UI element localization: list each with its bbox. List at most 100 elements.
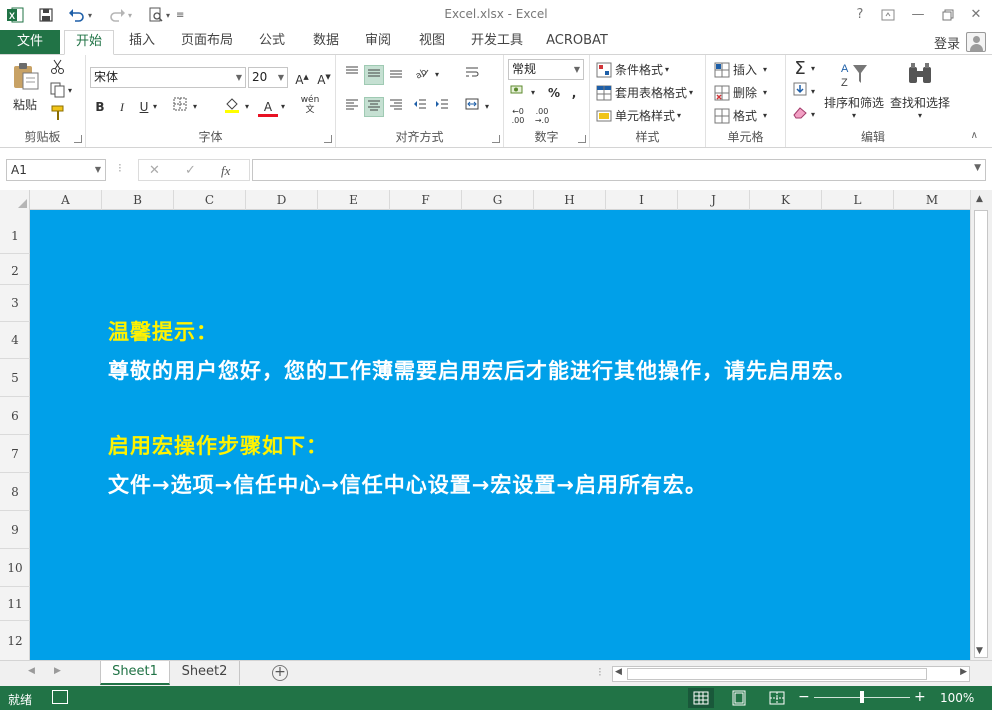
merge-center-icon[interactable]: [462, 97, 482, 117]
decrease-decimal-icon[interactable]: .00 →.0: [532, 107, 552, 127]
underline-dropdown-icon[interactable]: ▾: [150, 97, 160, 117]
zoom-slider-thumb[interactable]: [860, 691, 864, 703]
tab-review[interactable]: 审阅: [354, 30, 402, 54]
zoom-out-button[interactable]: −: [798, 689, 810, 705]
row-header[interactable]: 12: [0, 621, 30, 660]
column-header[interactable]: C: [174, 190, 246, 210]
column-header[interactable]: B: [102, 190, 174, 210]
number-format-select[interactable]: 常规 ▼: [508, 59, 584, 80]
row-header[interactable]: 3: [0, 285, 30, 322]
sheet-tab-sheet1[interactable]: Sheet1: [100, 661, 170, 685]
row-header[interactable]: 1: [0, 210, 30, 254]
row-header[interactable]: 7: [0, 435, 30, 473]
cell-styles-button[interactable]: 单元格样式 ▾: [596, 107, 681, 124]
wrap-text-icon[interactable]: [462, 65, 482, 85]
orientation-icon[interactable]: ab: [412, 65, 432, 85]
font-launcher-icon[interactable]: [324, 135, 332, 143]
name-box[interactable]: A1 ▼: [6, 159, 106, 181]
paste-button[interactable]: 粘贴: [10, 61, 40, 113]
cut-icon[interactable]: [50, 59, 66, 75]
increase-indent-icon[interactable]: [432, 97, 452, 117]
tab-page-layout[interactable]: 页面布局: [172, 30, 242, 54]
minimize-button[interactable]: —: [906, 5, 930, 25]
borders-icon[interactable]: [170, 97, 190, 117]
bottom-align-icon[interactable]: [386, 65, 406, 85]
tab-view[interactable]: 视图: [408, 30, 456, 54]
row-header[interactable]: 11: [0, 587, 30, 621]
scroll-down-icon[interactable]: ▼: [976, 646, 983, 656]
column-header[interactable]: A: [30, 190, 102, 210]
vertical-scroll-thumb[interactable]: [974, 210, 988, 658]
middle-align-icon[interactable]: [364, 65, 384, 85]
format-cells-button[interactable]: 格式 ▾: [714, 107, 767, 124]
page-break-view-button[interactable]: [764, 688, 790, 708]
column-header[interactable]: M: [894, 190, 970, 210]
horizontal-scrollbar[interactable]: ◀ ▶: [612, 666, 970, 682]
autosum-icon[interactable]: Σ: [790, 59, 810, 79]
row-header[interactable]: 4: [0, 322, 30, 359]
alignment-launcher-icon[interactable]: [492, 135, 500, 143]
decrease-font-icon[interactable]: A▼: [314, 67, 334, 87]
sort-filter-button[interactable]: AZ 排序和筛选 ▾: [824, 61, 884, 120]
fill-color-dropdown-icon[interactable]: ▾: [242, 97, 252, 117]
help-button[interactable]: ?: [848, 5, 872, 25]
expand-formula-icon[interactable]: ▼: [974, 163, 981, 173]
bold-button[interactable]: B: [90, 97, 110, 117]
accounting-format-icon[interactable]: [508, 83, 528, 103]
column-header[interactable]: D: [246, 190, 318, 210]
column-header[interactable]: L: [822, 190, 894, 210]
top-align-icon[interactable]: [342, 65, 362, 85]
tab-acrobat[interactable]: ACROBAT: [538, 30, 616, 54]
fill-color-icon[interactable]: [222, 97, 242, 117]
next-sheet-icon[interactable]: ▶: [54, 666, 61, 676]
column-header[interactable]: J: [678, 190, 750, 210]
vertical-scrollbar[interactable]: ▲ ▼: [970, 190, 992, 660]
tab-file[interactable]: 文件: [0, 30, 60, 54]
font-color-icon[interactable]: A: [258, 97, 278, 117]
tab-home[interactable]: 开始: [64, 30, 114, 55]
tab-developer[interactable]: 开发工具: [462, 30, 532, 54]
insert-cells-button[interactable]: 插入 ▾: [714, 61, 767, 78]
zoom-in-button[interactable]: +: [914, 689, 926, 705]
row-header[interactable]: 5: [0, 359, 30, 397]
column-header[interactable]: H: [534, 190, 606, 210]
accounting-dropdown-icon[interactable]: ▾: [528, 83, 538, 103]
tab-insert[interactable]: 插入: [118, 30, 166, 54]
align-left-icon[interactable]: [342, 97, 362, 117]
fill-dropdown-icon[interactable]: ▾: [808, 82, 818, 102]
italic-button[interactable]: I: [112, 97, 132, 117]
clear-dropdown-icon[interactable]: ▾: [808, 105, 818, 125]
add-sheet-button[interactable]: +: [272, 665, 288, 681]
horizontal-scroll-thumb[interactable]: [627, 668, 927, 680]
column-header[interactable]: K: [750, 190, 822, 210]
insert-function-button[interactable]: fx: [221, 163, 230, 179]
row-header[interactable]: 10: [0, 549, 30, 587]
normal-view-button[interactable]: [688, 688, 714, 708]
align-center-icon[interactable]: [364, 97, 384, 117]
column-header[interactable]: E: [318, 190, 390, 210]
sign-in-link[interactable]: 登录: [934, 33, 960, 52]
tab-split-grip-icon[interactable]: ⁝: [598, 665, 602, 679]
enter-icon[interactable]: ✓: [185, 163, 196, 178]
format-as-table-button[interactable]: 套用表格格式 ▾: [596, 84, 693, 101]
row-header[interactable]: 8: [0, 473, 30, 511]
copy-icon[interactable]: ▾: [50, 82, 72, 98]
account-avatar-icon[interactable]: [966, 32, 986, 52]
row-header[interactable]: 6: [0, 397, 30, 435]
scroll-left-icon[interactable]: ◀: [615, 667, 622, 677]
page-layout-view-button[interactable]: [726, 688, 752, 708]
ribbon-display-button[interactable]: [876, 5, 900, 25]
font-name-select[interactable]: 宋体 ▼: [90, 67, 246, 88]
delete-cells-button[interactable]: 删除 ▾: [714, 84, 767, 101]
zoom-level[interactable]: 100%: [940, 691, 974, 705]
number-launcher-icon[interactable]: [578, 135, 586, 143]
formula-input[interactable]: ▼: [252, 159, 986, 181]
tab-formulas[interactable]: 公式: [248, 30, 296, 54]
cancel-icon[interactable]: ✕: [149, 163, 160, 178]
scroll-right-icon[interactable]: ▶: [960, 667, 967, 677]
tab-data[interactable]: 数据: [302, 30, 350, 54]
align-right-icon[interactable]: [386, 97, 406, 117]
font-color-dropdown-icon[interactable]: ▾: [278, 97, 288, 117]
fill-icon[interactable]: [790, 82, 810, 102]
merge-dropdown-icon[interactable]: ▾: [482, 97, 492, 117]
